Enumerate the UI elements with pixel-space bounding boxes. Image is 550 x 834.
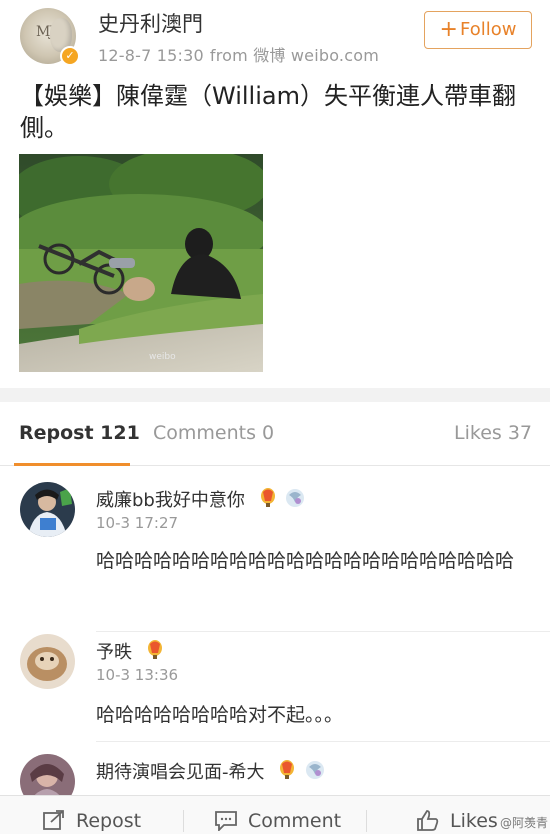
- user-avatar[interactable]: [20, 634, 75, 689]
- post-time: 12-8-7 15:30: [98, 46, 204, 65]
- repost-button[interactable]: Repost: [42, 809, 141, 832]
- vip-icon: [305, 761, 324, 779]
- commenter-name[interactable]: 期待演唱会见面-希大: [96, 758, 326, 786]
- vip-icon: [286, 489, 305, 507]
- comment-text: 哈哈哈哈哈哈哈哈对不起。。。: [96, 704, 344, 726]
- follow-label: Follow: [459, 19, 517, 40]
- tab-comments[interactable]: Comments 0: [153, 422, 274, 444]
- weibo-post: MJ ✓ 史丹利澳門 12-8-7 15:30 from 微博 weibo.com…: [0, 0, 550, 388]
- author-name[interactable]: 史丹利澳門: [98, 8, 203, 38]
- post-image[interactable]: weibo: [19, 154, 263, 372]
- interaction-tabs: Repost 121 Comments 0 Likes 37: [0, 402, 550, 466]
- repost-item: 予昳 10-3 13:36 哈哈哈哈哈哈哈哈对不起。。。: [0, 632, 550, 742]
- user-avatar[interactable]: [20, 482, 75, 537]
- commenter-name[interactable]: 予昳: [96, 638, 166, 666]
- thumbs-up-icon: [417, 810, 439, 831]
- like-button[interactable]: Likes: [416, 809, 498, 832]
- balloon-icon: [147, 640, 162, 659]
- bottom-action-bar: Repost Comment Likes: [0, 795, 550, 834]
- repost-item: 威廉bb我好中意你 10-3 17:27 哈哈哈哈哈哈哈哈哈哈哈哈哈哈哈哈哈哈哈…: [0, 466, 550, 632]
- post-meta: 12-8-7 15:30 from 微博 weibo.com: [98, 42, 379, 66]
- balloon-icon: [280, 760, 295, 779]
- image-watermark: weibo: [149, 352, 176, 362]
- plus-icon: +: [439, 17, 458, 42]
- screenshot-watermark: @阿羡青: [499, 816, 548, 830]
- comment-time: 10-3 13:36: [96, 666, 179, 684]
- balloon-icon: [260, 488, 275, 507]
- post-text: 【娛樂】陳偉霆（William）失平衡連人帶車翻側。: [20, 82, 516, 142]
- comment-button[interactable]: Comment: [214, 809, 341, 833]
- repost-item: 期待演唱会见面-希大: [0, 742, 550, 809]
- post-photo: weibo: [19, 154, 263, 372]
- tab-repost[interactable]: Repost 121: [19, 422, 140, 444]
- comment-time: 10-3 17:27: [96, 514, 179, 532]
- comment-text: 哈哈哈哈哈哈哈哈哈哈哈哈哈哈哈哈哈哈哈哈哈哈: [96, 550, 515, 572]
- tab-likes[interactable]: Likes 37: [454, 422, 532, 444]
- comment-icon: [215, 811, 237, 833]
- repost-icon: [43, 810, 64, 830]
- verified-badge-icon: ✓: [60, 46, 80, 66]
- post-source: from 微博 weibo.com: [209, 46, 379, 65]
- follow-button[interactable]: + Follow: [424, 11, 532, 49]
- commenter-name[interactable]: 威廉bb我好中意你: [96, 486, 306, 514]
- section-divider: [0, 388, 550, 402]
